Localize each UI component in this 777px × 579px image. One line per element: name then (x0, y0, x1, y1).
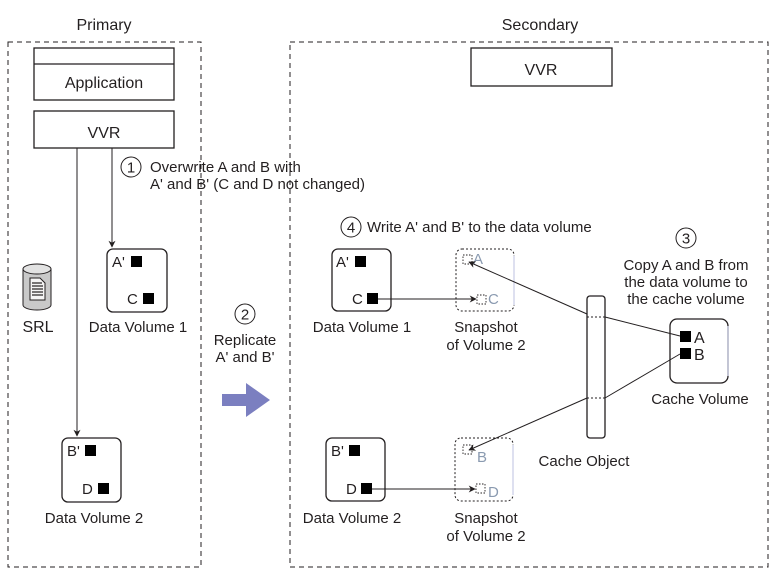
step-2-number: 2 (241, 307, 249, 324)
block-label: C (488, 291, 499, 308)
data-block (131, 256, 142, 267)
cache-a-line-right (604, 316, 681, 337)
data-block (361, 483, 372, 494)
snapshot-1-label-line2: of Volume 2 (446, 337, 525, 354)
block-label: B (477, 449, 487, 466)
data-block (98, 483, 109, 494)
block-label: C (127, 291, 138, 308)
block-label: D (346, 481, 357, 498)
diagram-canvas: Primary Application VVR 1 Overwrite A an… (7, 17, 769, 568)
secondary-data-volume-2[interactable]: B' D Data Volume 2 (303, 437, 401, 527)
srl[interactable]: SRL (22, 263, 54, 336)
snapshot-volume-1[interactable]: A C Snapshot of Volume 2 (446, 248, 526, 354)
data-block (349, 445, 360, 456)
cache-object-label: Cache Object (539, 453, 631, 470)
secondary-label: Secondary (502, 17, 579, 34)
secondary-data-volume-1[interactable]: A' C Data Volume 1 (313, 248, 411, 336)
data-block (355, 256, 366, 267)
data-block (367, 293, 378, 304)
step-2: 2 Replicate A' and B' (214, 303, 277, 417)
snapshot-2-label-line2: of Volume 2 (446, 528, 525, 545)
data-block (143, 293, 154, 304)
block-label: B' (331, 443, 344, 460)
block-label: C (352, 291, 363, 308)
step-2-text-line1: Replicate (214, 332, 277, 349)
step-1-text-line2: A' and B' (C and D not changed) (150, 176, 365, 193)
secondary-data-volume-2-label: Data Volume 2 (303, 510, 401, 527)
primary-data-volume-2[interactable]: B' D Data Volume 2 (45, 437, 143, 527)
step-4: 4 Write A' and B' to the data volume (340, 216, 592, 238)
step-1: 1 Overwrite A and B with A' and B' (C an… (120, 156, 365, 193)
data-block (680, 348, 691, 359)
secondary-vvr-label: VVR (525, 62, 558, 79)
step-2-text-line2: A' and B' (215, 349, 274, 366)
replicate-arrow-icon (222, 383, 270, 417)
cache-volume-label: Cache Volume (651, 391, 749, 408)
step-3-text-line2: the data volume to (624, 274, 747, 291)
block-label: D (488, 484, 499, 501)
step-3-number: 3 (682, 231, 690, 248)
application-box[interactable]: Application (33, 47, 175, 101)
step-3-text-line1: Copy A and B from (623, 257, 748, 274)
block-label: D (82, 481, 93, 498)
cache-object[interactable]: Cache Object (539, 295, 631, 470)
secondary-data-volume-1-label: Data Volume 1 (313, 319, 411, 336)
cache-b-arrow (468, 397, 588, 451)
primary-data-volume-1[interactable]: A' C Data Volume 1 (89, 248, 187, 336)
snapshot-2-label-line1: Snapshot (454, 510, 518, 527)
snapshot-1-label-line1: Snapshot (454, 319, 518, 336)
step-4-number: 4 (347, 220, 355, 237)
snapshot-volume-2[interactable]: B D Snapshot of Volume 2 (446, 437, 526, 545)
primary-label: Primary (76, 17, 131, 34)
data-block (680, 331, 691, 342)
block-label: B (694, 347, 705, 364)
primary-vvr-label: VVR (88, 125, 121, 142)
primary-data-volume-2-label: Data Volume 2 (45, 510, 143, 527)
block-label: A' (336, 254, 349, 271)
primary-data-volume-1-label: Data Volume 1 (89, 319, 187, 336)
block-label: A' (112, 254, 125, 271)
database-document-icon (22, 263, 52, 311)
step-4-text: Write A' and B' to the data volume (367, 219, 592, 236)
data-block (85, 445, 96, 456)
primary-vvr-box[interactable]: VVR (33, 110, 175, 149)
step-3-text-line3: the cache volume (627, 291, 745, 308)
step-1-text-line1: Overwrite A and B with (150, 159, 301, 176)
srl-label: SRL (22, 319, 53, 336)
step-1-number: 1 (127, 160, 135, 177)
application-label: Application (65, 75, 143, 92)
block-label: A (694, 330, 705, 347)
block-label: B' (67, 443, 80, 460)
step-3: 3 Copy A and B from the data volume to t… (623, 227, 749, 308)
secondary-vvr-box[interactable]: VVR (470, 47, 613, 87)
